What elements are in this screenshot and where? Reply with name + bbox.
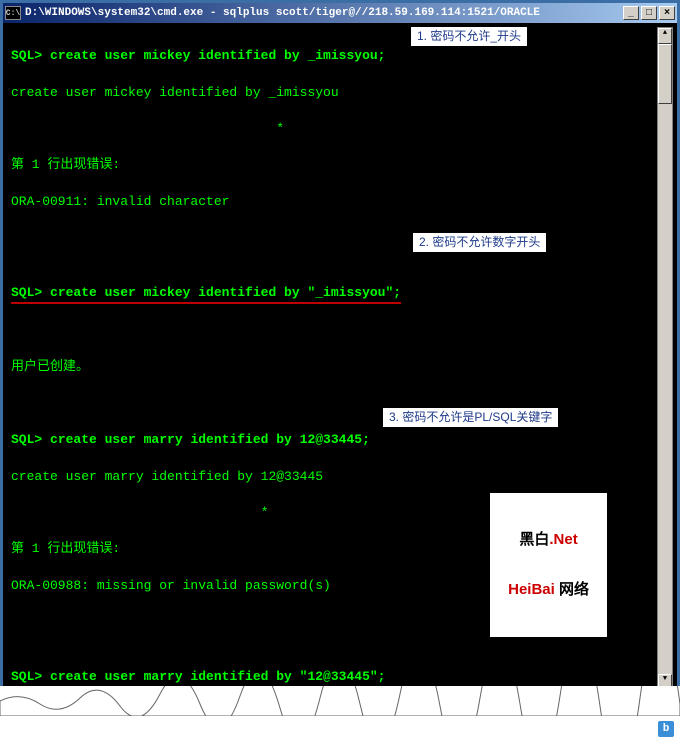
close-button[interactable]: × (659, 6, 675, 20)
term-line: SQL> create user marry identified by 12@… (11, 431, 669, 449)
scroll-thumb[interactable] (658, 44, 672, 104)
share-icon[interactable]: b (658, 721, 674, 737)
sql-cmd: create user mickey identified by _imissy… (50, 48, 385, 63)
titlebar: C:\ D:\WINDOWS\system32\cmd.exe - sqlplu… (3, 3, 677, 23)
sql-cmd: create user marry identified by 12@33445… (50, 432, 370, 447)
term-line: create user marry identified by 12@33445 (11, 468, 669, 486)
sql-cmd: create user mickey identified by "_imiss… (50, 285, 401, 300)
window-controls: _ □ × (623, 6, 675, 20)
torn-edge-decoration (0, 686, 680, 716)
window-title: D:\WINDOWS\system32\cmd.exe - sqlplus sc… (25, 7, 623, 19)
maximize-button[interactable]: □ (641, 6, 657, 20)
annotation-3: 3. 密码不允许是PL/SQL关键字 (383, 408, 558, 427)
sql-prompt: SQL> (11, 432, 50, 447)
term-line: SQL> create user mickey identified by "_… (11, 284, 669, 304)
term-line: create user mickey identified by _imissy… (11, 84, 669, 102)
scroll-up-button[interactable]: ▲ (658, 28, 672, 44)
sql-prompt: SQL> (11, 669, 50, 684)
sql-cmd: create user marry identified by "12@3344… (50, 669, 385, 684)
minimize-button[interactable]: _ (623, 6, 639, 20)
sql-prompt: SQL> (11, 48, 50, 63)
term-line: SQL> create user marry identified by "12… (11, 668, 669, 688)
vertical-scrollbar[interactable]: ▲ ▼ (657, 27, 673, 691)
created-msg: 用户已创建。 (11, 358, 669, 376)
annotation-2: 2. 密码不允许数字开头 (413, 233, 546, 252)
sql-prompt: SQL> (11, 285, 50, 300)
cmd-window: C:\ D:\WINDOWS\system32\cmd.exe - sqlplu… (0, 0, 680, 700)
err-header: 第 1 行出现错误: (11, 156, 669, 174)
err-msg: ORA-00911: invalid character (11, 193, 669, 211)
term-line: SQL> create user mickey identified by _i… (11, 47, 669, 65)
cmd-icon: C:\ (5, 6, 21, 20)
terminal-output[interactable]: SQL> create user mickey identified by _i… (3, 23, 677, 697)
annotation-1: 1. 密码不允许_开头 (411, 27, 527, 46)
term-line: * (11, 120, 669, 138)
watermark-logo: 黑白.Net HeiBai 网络 (490, 493, 607, 637)
